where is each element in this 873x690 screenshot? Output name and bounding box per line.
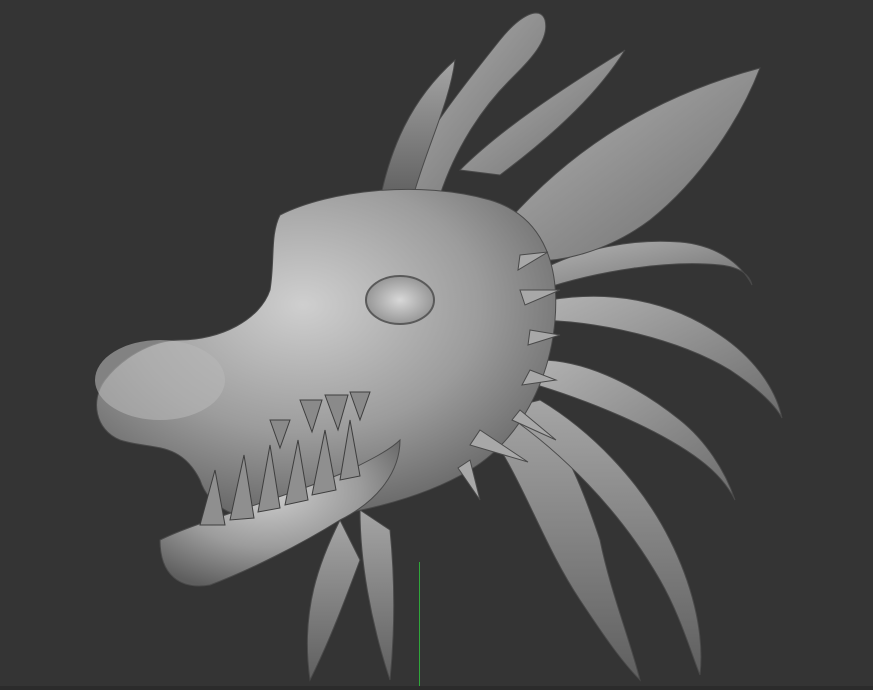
viewport-bottom-edge (0, 686, 873, 690)
sculpt-viewport-canvas[interactable] (0, 0, 873, 690)
vertical-axis-line (419, 562, 420, 690)
eye-socket (365, 275, 435, 325)
snout (95, 340, 225, 420)
dragon-ear (499, 67, 761, 262)
dragon-head-sculpt[interactable] (0, 0, 873, 690)
